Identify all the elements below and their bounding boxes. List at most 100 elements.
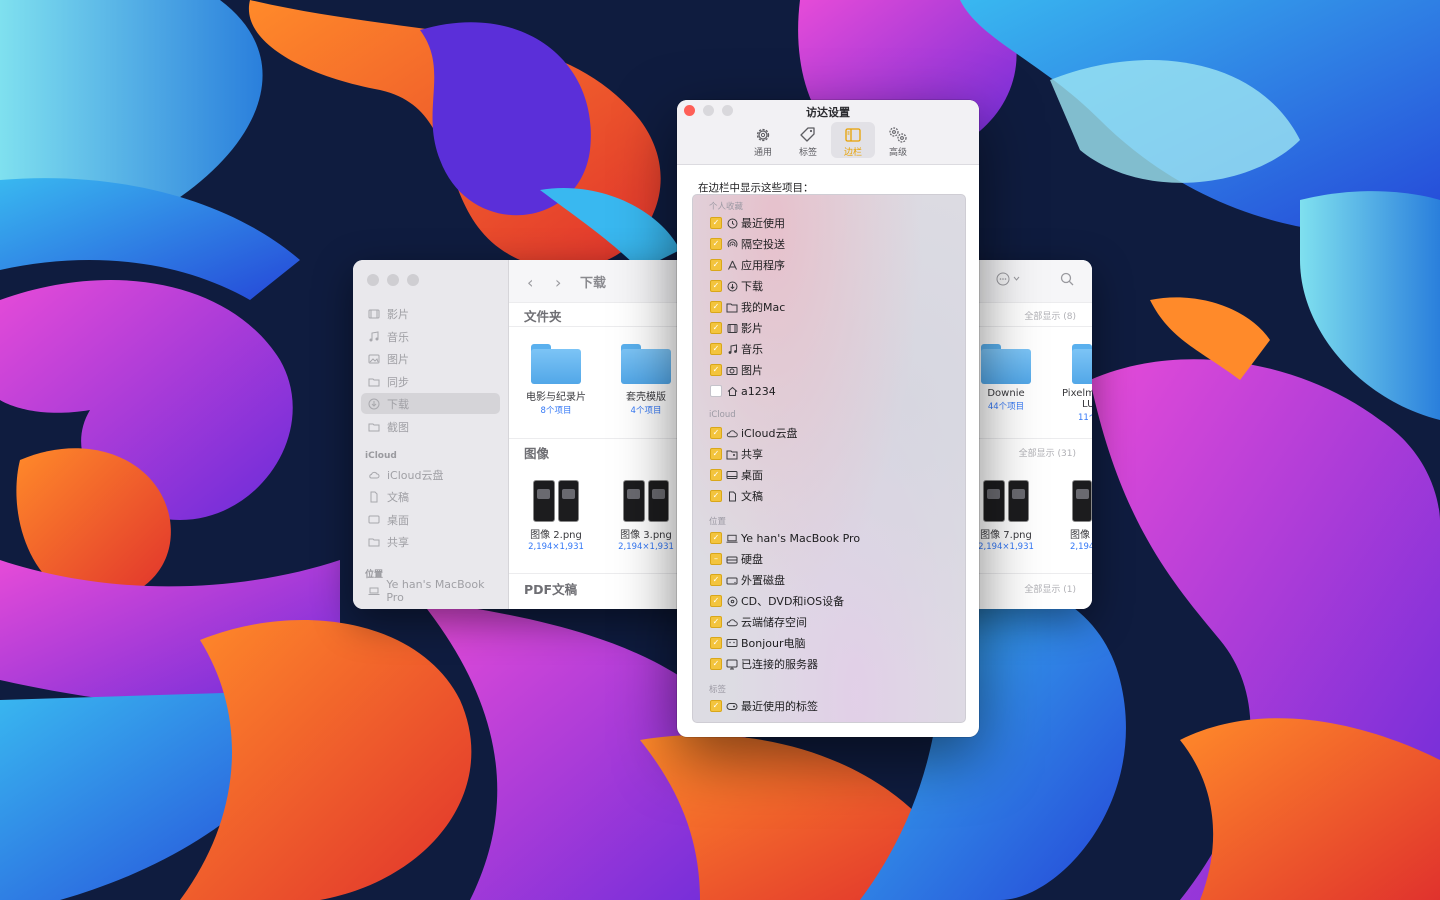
bonjour-icon [726, 637, 738, 649]
forward-chevron-icon[interactable]: › [555, 273, 561, 292]
tab-general[interactable]: 通用 [741, 122, 785, 158]
section-title-images: 图像 [524, 446, 550, 461]
sidebar-item-screenshots[interactable]: 截图 [361, 416, 500, 437]
sidebar-item-macbook[interactable]: Ye han's MacBook Pro [361, 577, 500, 604]
sidebar-option-pictures[interactable]: ✓ 图片 [710, 361, 763, 379]
laptop-icon [367, 584, 380, 598]
checkbox[interactable]: – [710, 553, 722, 565]
sidebar-item-label: 桌面 [387, 513, 409, 527]
sidebar-item-documents[interactable]: 文稿 [361, 486, 500, 507]
show-all-folders-link[interactable]: 全部显示 (8) [1024, 309, 1076, 322]
checkbox[interactable]: ✓ [710, 343, 722, 355]
sidebar-item-desktop[interactable]: 桌面 [361, 509, 500, 530]
checkbox[interactable]: ✓ [710, 490, 722, 502]
sidebar-option-applications[interactable]: ✓ 应用程序 [710, 256, 785, 274]
sidebar-item-downloads[interactable]: 下载 [361, 393, 500, 414]
checkbox[interactable]: ✓ [710, 700, 722, 712]
sidebar-option-music[interactable]: ✓ 音乐 [710, 340, 763, 358]
shared-folder-icon [726, 448, 738, 460]
close-button[interactable] [367, 274, 379, 286]
checkbox[interactable]: ✓ [710, 217, 722, 229]
checkbox[interactable]: ✓ [710, 427, 722, 439]
photo-icon [367, 352, 381, 366]
sidebar-item-movies[interactable]: 影片 [361, 303, 500, 324]
checkbox[interactable]: ✓ [710, 364, 722, 376]
more-options-icon[interactable] [996, 272, 1022, 289]
checkbox[interactable]: ✓ [710, 322, 722, 334]
image-thumbnail [623, 480, 669, 522]
sidebar-option-icloud-drive[interactable]: ✓ iCloud云盘 [710, 424, 797, 442]
checkbox[interactable]: ✓ [710, 595, 722, 607]
group-header-favorites: 个人收藏 [709, 202, 744, 212]
film-icon [726, 322, 738, 334]
sidebar-option-recent-tags[interactable]: ✓ 最近使用的标签 [710, 697, 818, 715]
checkbox[interactable]: ✓ [710, 301, 722, 313]
zoom-button[interactable] [407, 274, 419, 286]
sidebar-option-bonjour[interactable]: ✓ Bonjour电脑 [710, 634, 806, 652]
sidebar-item-music[interactable]: 音乐 [361, 326, 500, 347]
checkbox[interactable]: ✓ [710, 532, 722, 544]
sidebar-option-cloud-storage[interactable]: ✓ 云端储存空间 [710, 613, 807, 631]
sidebar-header-icloud: iCloud [365, 451, 397, 461]
camera-icon [726, 364, 738, 376]
checkbox[interactable]: ✓ [710, 259, 722, 271]
tab-tags[interactable]: 标签 [786, 122, 830, 158]
tag-icon [799, 125, 817, 145]
back-chevron-icon[interactable]: ‹ [527, 273, 533, 292]
checkbox[interactable]: ✓ [710, 658, 722, 670]
sidebar-option-movies[interactable]: ✓ 影片 [710, 319, 763, 337]
desktop-icon [726, 469, 738, 481]
sidebar-header-locations: 位置 [365, 570, 384, 580]
sidebar-option-recents[interactable]: ✓ 最近使用 [710, 214, 785, 232]
sidebar-option-documents[interactable]: ✓ 文稿 [710, 487, 763, 505]
sidebar-item-icloud-drive[interactable]: iCloud云盘 [361, 464, 500, 485]
checkbox[interactable]: ✓ [710, 238, 722, 250]
cloud-icon [726, 427, 738, 439]
music-icon [726, 343, 738, 355]
checkbox[interactable]: ✓ [710, 280, 722, 292]
image-item[interactable]: 图像 2.png 2,194×1,931 [511, 480, 601, 552]
checkbox[interactable]: ✓ [710, 469, 722, 481]
music-icon [367, 330, 381, 344]
sidebar-option-shared[interactable]: ✓ 共享 [710, 445, 763, 463]
sidebar-option-home[interactable]: a1234 [710, 382, 776, 400]
sidebar-item-label: Ye han's MacBook Pro [386, 577, 485, 604]
sidebar-item-pictures[interactable]: 图片 [361, 348, 500, 369]
checkbox[interactable]: ✓ [710, 448, 722, 460]
image-thumbnail [983, 480, 1029, 522]
external-disk-icon [726, 574, 738, 586]
image-thumbnail [533, 480, 579, 522]
minimize-button[interactable] [387, 274, 399, 286]
image-item[interactable]: 图像 2,194 [1050, 480, 1092, 552]
sidebar-item-sync[interactable]: 同步 [361, 371, 500, 392]
show-all-images-link[interactable]: 全部显示 (31) [1019, 446, 1076, 459]
folder-icon [367, 420, 381, 434]
sidebar-option-connected-servers[interactable]: ✓ 已连接的服务器 [710, 655, 818, 673]
tab-sidebar[interactable]: 边栏 [831, 122, 875, 158]
checkbox[interactable] [710, 385, 722, 397]
sidebar-option-desktop[interactable]: ✓ 桌面 [710, 466, 763, 484]
checkbox[interactable]: ✓ [710, 616, 722, 628]
sidebar-option-macbook[interactable]: ✓ Ye han's MacBook Pro [710, 529, 860, 547]
checkbox[interactable]: ✓ [710, 637, 722, 649]
sidebar-item-label: 音乐 [387, 330, 409, 344]
tag-icon [726, 700, 738, 712]
sidebar-item-shared[interactable]: 共享 [361, 531, 500, 552]
sidebar-option-my-mac[interactable]: ✓ 我的Mac [710, 298, 785, 316]
desktop-icon [367, 513, 381, 527]
section-title-pdf: PDF文稿 [524, 582, 578, 597]
sidebar-option-airdrop[interactable]: ✓ 隔空投送 [710, 235, 785, 253]
sidebar-option-cd-dvd-ios[interactable]: ✓ CD、DVD和iOS设备 [710, 592, 844, 610]
document-icon [367, 490, 381, 504]
show-all-pdf-link[interactable]: 全部显示 (1) [1024, 582, 1076, 595]
search-icon[interactable] [1060, 272, 1074, 289]
folder-item[interactable]: 电影与纪录片 8个项目 [511, 344, 601, 416]
sidebar-option-harddisk[interactable]: – 硬盘 [710, 550, 763, 568]
folder-icon [621, 344, 671, 384]
folder-item[interactable]: Pixelm LU 11个 [1040, 344, 1092, 423]
sidebar-items-list: 个人收藏 ✓ 最近使用 ✓ 隔空投送 ✓ 应用程序 ✓ 下载 ✓ 我的Mac ✓ [692, 194, 966, 723]
tab-advanced[interactable]: 高级 [876, 122, 920, 158]
checkbox[interactable]: ✓ [710, 574, 722, 586]
sidebar-option-external-disk[interactable]: ✓ 外置磁盘 [710, 571, 785, 589]
sidebar-option-downloads[interactable]: ✓ 下载 [710, 277, 763, 295]
